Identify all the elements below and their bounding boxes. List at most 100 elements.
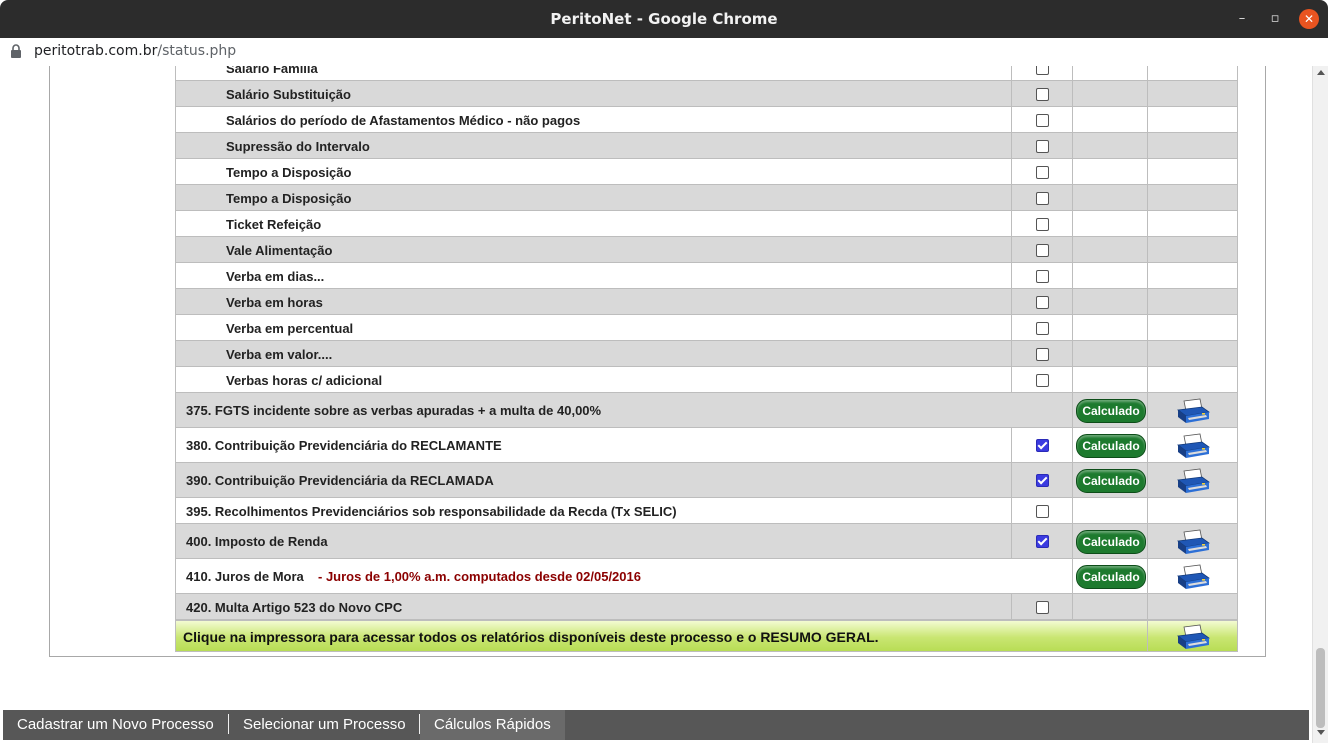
print-cell (1147, 107, 1240, 132)
status-cell (1072, 315, 1148, 340)
select-cell (1011, 463, 1073, 497)
row-label: 380. Contribuição Previdenciária do RECL… (186, 438, 502, 453)
nav-separator (228, 714, 229, 734)
row-label: Ticket Refeição (226, 217, 322, 232)
row-label: Salário Família (226, 66, 318, 76)
select-checkbox[interactable] (1036, 474, 1049, 487)
page-scrollbar[interactable] (1312, 66, 1328, 743)
print-cell (1147, 594, 1240, 619)
scrollbar-thumb[interactable] (1316, 648, 1325, 728)
row-label: Verba em dias... (226, 269, 325, 284)
status-cell (1072, 263, 1148, 288)
select-checkbox[interactable] (1036, 66, 1049, 75)
select-checkbox[interactable] (1036, 140, 1049, 153)
maximize-icon[interactable]: ▫ (1265, 9, 1285, 29)
print-cell (1147, 393, 1240, 427)
row-label: Tempo a Disposição (226, 165, 352, 180)
row-label: 390. Contribuição Previdenciária da RECL… (186, 473, 494, 488)
print-cell (1147, 498, 1240, 523)
printer-icon[interactable] (1176, 624, 1210, 650)
select-cell (1011, 289, 1073, 314)
select-checkbox[interactable] (1036, 88, 1049, 101)
url-text[interactable]: peritotrab.com.br/status.php (34, 43, 236, 59)
nav-select-process-link[interactable]: Selecionar um Processo (243, 716, 406, 733)
close-icon[interactable]: ✕ (1299, 9, 1319, 29)
row-label: Verba em percentual (226, 321, 354, 336)
row-label: 400. Imposto de Renda (186, 534, 328, 549)
printer-icon[interactable] (1176, 529, 1210, 555)
url-path: /status.php (157, 43, 237, 59)
select-checkbox[interactable] (1036, 244, 1049, 257)
status-cell (1072, 185, 1148, 210)
printer-icon[interactable] (1176, 398, 1210, 424)
address-bar[interactable]: peritotrab.com.br/status.php (0, 38, 1328, 67)
verba-row: Tempo a Disposição (175, 159, 1238, 185)
select-checkbox[interactable] (1036, 535, 1049, 548)
printer-icon[interactable] (1176, 433, 1210, 459)
section-row: 380. Contribuição Previdenciária do RECL… (175, 428, 1238, 463)
content-panel: Salário Família Salário Substituição Salár… (49, 66, 1266, 657)
select-checkbox[interactable] (1036, 505, 1049, 518)
select-cell (1011, 393, 1072, 427)
window-title: PeritoNet - Google Chrome (550, 10, 778, 28)
verba-row: Verbas horas c/ adicional (175, 367, 1238, 393)
verba-row: Verba em valor.... (175, 341, 1238, 367)
calculado-badge[interactable]: Calculado (1076, 469, 1146, 493)
select-cell (1011, 315, 1073, 340)
print-cell (1147, 463, 1240, 497)
section-row: 395. Recolhimentos Previdenciários sob r… (175, 498, 1238, 524)
select-cell (1011, 594, 1073, 619)
calculado-badge[interactable]: Calculado (1076, 530, 1146, 554)
verba-row: Salários do período de Afastamentos Médi… (175, 107, 1238, 133)
select-checkbox[interactable] (1036, 601, 1049, 614)
status-cell (1072, 133, 1148, 158)
row-label: 420. Multa Artigo 523 do Novo CPC (186, 600, 403, 615)
printer-icon[interactable] (1176, 564, 1210, 590)
calculado-badge[interactable]: Calculado (1076, 399, 1146, 423)
select-checkbox[interactable] (1036, 114, 1049, 127)
row-label: Vale Alimentação (226, 243, 333, 258)
row-label: Supressão do Intervalo (226, 139, 370, 154)
minimize-icon[interactable]: – (1232, 9, 1252, 29)
row-label: Verbas horas c/ adicional (226, 373, 383, 388)
juros-note: - Juros de 1,00% a.m. computados desde 0… (318, 569, 641, 584)
select-checkbox[interactable] (1036, 374, 1049, 387)
calculado-badge[interactable]: Calculado (1076, 565, 1146, 589)
select-checkbox[interactable] (1036, 322, 1049, 335)
select-cell (1011, 559, 1072, 593)
print-cell (1147, 621, 1240, 651)
status-cell: Calculado (1072, 463, 1148, 497)
select-checkbox[interactable] (1036, 439, 1049, 452)
print-cell (1147, 66, 1240, 80)
status-cell (1072, 81, 1148, 106)
print-cell (1147, 559, 1240, 593)
verba-row: Vale Alimentação (175, 237, 1238, 263)
select-checkbox[interactable] (1036, 270, 1049, 283)
print-cell (1147, 428, 1240, 462)
section-row: 400. Imposto de Renda Calculado (175, 524, 1238, 559)
calculado-badge[interactable]: Calculado (1076, 434, 1146, 458)
section-row: 390. Contribuição Previdenciária da RECL… (175, 463, 1238, 498)
select-checkbox[interactable] (1036, 166, 1049, 179)
window-titlebar: PeritoNet - Google Chrome – ▫ ✕ (0, 0, 1328, 38)
row-label: 375. FGTS incidente sobre as verbas apur… (186, 403, 602, 418)
nav-quick-calc-link[interactable]: Cálculos Rápidos (420, 710, 565, 740)
status-cell: Calculado (1072, 524, 1148, 558)
select-checkbox[interactable] (1036, 296, 1049, 309)
nav-new-process-link[interactable]: Cadastrar um Novo Processo (17, 716, 214, 733)
select-checkbox[interactable] (1036, 192, 1049, 205)
status-cell (1072, 594, 1148, 619)
scroll-up-icon[interactable] (1317, 70, 1325, 75)
status-cell (1072, 289, 1148, 314)
print-cell (1147, 315, 1240, 340)
row-label: Salário Substituição (226, 87, 351, 102)
select-cell (1011, 159, 1073, 184)
print-cell (1147, 81, 1240, 106)
printer-icon[interactable] (1176, 468, 1210, 494)
scroll-down-icon[interactable] (1317, 730, 1325, 735)
select-checkbox[interactable] (1036, 348, 1049, 361)
verba-row: Salário Família (175, 66, 1238, 81)
select-checkbox[interactable] (1036, 218, 1049, 231)
section-row: 410. Juros de Mora - Juros de 1,00% a.m. … (175, 559, 1238, 594)
select-cell (1011, 185, 1073, 210)
